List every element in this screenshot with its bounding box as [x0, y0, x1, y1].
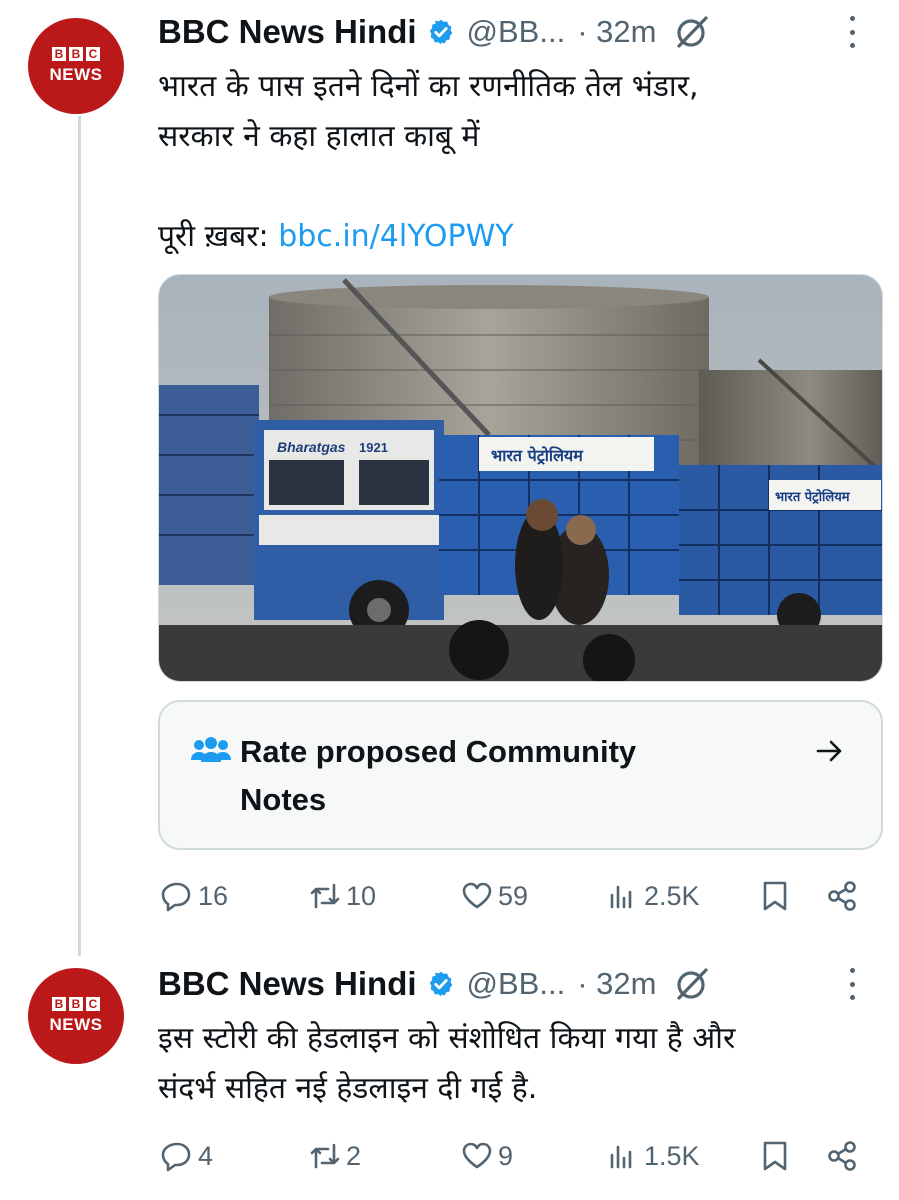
view-count: 1.5K — [644, 1140, 700, 1171]
grok-icon[interactable] — [674, 966, 710, 1002]
retweet-count: 2 — [346, 1140, 362, 1171]
reply-count: 4 — [198, 1140, 214, 1171]
verified-badge-icon — [429, 19, 452, 45]
logo-letter: B — [52, 47, 66, 61]
more-options-icon[interactable] — [846, 16, 858, 48]
view-count: 2.5K — [644, 880, 700, 911]
tweet-text: भारत के पास इतने दिनों का रणनीतिक तेल भं… — [158, 62, 868, 262]
cab-number-text: 1921 — [359, 440, 388, 455]
reply-button[interactable]: 16 — [160, 874, 228, 918]
views-chart-icon — [610, 885, 632, 909]
bbc-logo: B B C — [52, 997, 100, 1011]
tweet-text-line: भारत के पास इतने दिनों का रणनीतिक तेल भं… — [158, 69, 699, 104]
bbc-logo: B B C — [52, 47, 100, 61]
like-button[interactable]: 59 — [460, 874, 528, 918]
logo-letter: B — [69, 997, 83, 1011]
bookmark-icon — [763, 1141, 787, 1171]
like-button[interactable]: 9 — [460, 1134, 513, 1178]
verified-badge-icon — [429, 971, 452, 997]
like-count: 59 — [498, 880, 529, 911]
like-count: 9 — [498, 1140, 514, 1171]
tweet-text-line: इस स्टोरी की हेडलाइन को संशोधित किया गया… — [158, 1021, 736, 1056]
reply-count: 16 — [198, 880, 229, 911]
retweet-icon — [310, 883, 340, 909]
timestamp[interactable]: · 32m — [577, 966, 656, 1002]
bookmark-button[interactable] — [758, 1134, 792, 1178]
share-button[interactable] — [826, 874, 860, 918]
retweet-button[interactable]: 2 — [308, 1134, 361, 1178]
retweet-count: 10 — [346, 880, 377, 911]
article-link[interactable]: bbc.in/4lYOPWY — [278, 219, 513, 254]
link-line: पूरी ख़बर: bbc.in/4lYOPWY — [158, 212, 868, 262]
tweet-header: BBC News Hindi @BB... · 32m — [158, 12, 878, 52]
share-button[interactable] — [826, 1134, 860, 1178]
retweet-button[interactable]: 10 — [308, 874, 376, 918]
reply-button[interactable]: 4 — [160, 1134, 213, 1178]
logo-news-word: NEWS — [49, 65, 103, 84]
avatar[interactable]: B B C NEWS — [28, 18, 124, 114]
share-icon — [828, 881, 856, 911]
user-handle[interactable]: @BB... — [467, 14, 566, 50]
link-prefix: पूरी ख़बर: — [158, 219, 279, 254]
tweet-photo[interactable]: Bharatgas 1921 भारत पेट्रोलियम भारत पेट्… — [158, 274, 883, 682]
truck-sign-text-2: भारत पेट्रोलियम — [775, 489, 851, 505]
community-notes-card[interactable]: Rate proposed Community Notes — [158, 700, 883, 850]
grok-icon[interactable] — [674, 14, 710, 50]
bookmark-icon — [763, 881, 787, 911]
tweet-header: BBC News Hindi @BB... · 32m — [158, 964, 878, 1004]
community-notes-label-line: Notes — [240, 782, 327, 817]
community-notes-label: Rate proposed Community Notes — [240, 728, 760, 824]
bookmark-button[interactable] — [758, 874, 792, 918]
logo-news-word: NEWS — [49, 1015, 103, 1034]
truck-sign-text: भारत पेट्रोलियम — [491, 446, 584, 465]
tweet-text-line: संदर्भ सहित नई हेडलाइन दी गई है. — [158, 1071, 538, 1106]
tweet-text-line: सरकार ने कहा हालात काबू में — [158, 119, 480, 154]
timestamp[interactable]: · 32m — [577, 14, 656, 50]
tweet-actions-bar: 4 2 9 1.5K — [158, 1134, 868, 1178]
logo-letter: C — [86, 997, 100, 1011]
heart-icon — [462, 882, 492, 909]
community-people-icon — [191, 737, 231, 762]
photo-scene: Bharatgas 1921 भारत पेट्रोलियम भारत पेट्… — [159, 275, 882, 681]
heart-icon — [462, 1142, 492, 1169]
cab-brand-text: Bharatgas — [277, 439, 346, 455]
thread-connector-line — [78, 116, 81, 956]
logo-letter: C — [86, 47, 100, 61]
avatar[interactable]: B B C NEWS — [28, 968, 124, 1064]
more-options-icon[interactable] — [846, 968, 858, 1000]
tweet-actions-bar: 16 10 59 2.5K — [158, 874, 868, 918]
reply-icon — [161, 882, 191, 912]
reply-icon — [161, 1142, 191, 1172]
views-button[interactable]: 2.5K — [606, 874, 700, 918]
arrow-right-icon[interactable] — [815, 736, 845, 766]
share-icon — [828, 1141, 856, 1171]
user-handle[interactable]: @BB... — [467, 966, 566, 1002]
tweet-text: इस स्टोरी की हेडलाइन को संशोधित किया गया… — [158, 1014, 868, 1114]
views-button[interactable]: 1.5K — [606, 1134, 700, 1178]
logo-letter: B — [69, 47, 83, 61]
views-chart-icon — [610, 1145, 632, 1169]
logo-letter: B — [52, 997, 66, 1011]
display-name[interactable]: BBC News Hindi — [158, 13, 417, 51]
community-notes-label-line: Rate proposed Community — [240, 734, 637, 769]
retweet-icon — [310, 1143, 340, 1169]
display-name[interactable]: BBC News Hindi — [158, 965, 417, 1003]
